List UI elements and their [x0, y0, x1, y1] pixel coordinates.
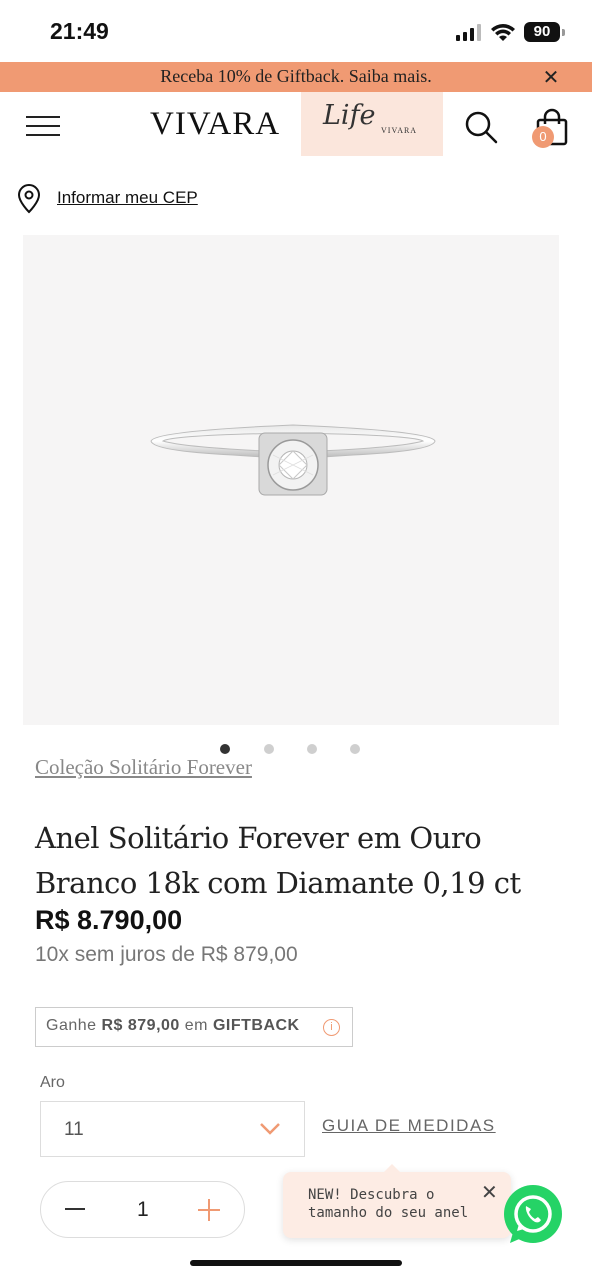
battery-indicator: 90	[524, 22, 565, 42]
product-title: Anel Solitário Forever em Ouro Branco 18…	[35, 821, 521, 900]
home-indicator	[190, 1260, 402, 1266]
promo-text[interactable]: Receba 10% de Giftback. Saiba mais.	[0, 66, 592, 87]
size-selected-value: 11	[64, 1119, 84, 1140]
cep-link[interactable]: Informar meu CEP	[57, 188, 198, 208]
wifi-icon	[491, 24, 515, 41]
gallery-dot-3[interactable]	[307, 744, 317, 754]
size-label: Aro	[40, 1074, 65, 1091]
product-image[interactable]	[23, 235, 559, 725]
quantity-value: 1	[137, 1198, 149, 1221]
size-guide-link[interactable]: GUIA DE MEDIDAS	[322, 1116, 496, 1136]
quantity-stepper[interactable]: 1	[40, 1181, 245, 1238]
close-icon[interactable]: ✕	[481, 1180, 498, 1204]
gallery-dot-2[interactable]	[264, 744, 274, 754]
life-logo[interactable]: Life VIVARA	[301, 92, 443, 156]
gallery-dot-4[interactable]	[350, 744, 360, 754]
size-select[interactable]: 11	[40, 1101, 305, 1157]
close-icon[interactable]: ✕	[541, 66, 561, 88]
whatsapp-icon[interactable]	[502, 1185, 564, 1247]
search-icon[interactable]	[464, 110, 498, 144]
location-pin-icon	[17, 184, 41, 214]
vivara-logo[interactable]: VIVARA	[150, 106, 280, 143]
minus-icon[interactable]	[65, 1208, 85, 1210]
site-header: VIVARA Life VIVARA 0	[0, 92, 592, 162]
gallery-dot-1[interactable]	[220, 744, 230, 754]
life-logo-text: Life	[323, 100, 376, 131]
product-price: R$ 8.790,00	[35, 905, 183, 935]
installments-text: 10x sem juros de R$ 879,00	[35, 943, 298, 966]
ring-image	[150, 424, 436, 496]
chevron-down-icon	[260, 1123, 280, 1135]
life-logo-subtext: VIVARA	[381, 126, 418, 135]
hamburger-menu-icon[interactable]	[26, 116, 60, 138]
ring-size-tooltip[interactable]: NEW! Descubra o tamanho do seu anel ✕	[283, 1164, 511, 1238]
info-icon[interactable]: i	[323, 1019, 340, 1036]
cart-count-badge: 0	[532, 126, 554, 148]
promo-banner[interactable]: Receba 10% de Giftback. Saiba mais. ✕	[0, 62, 592, 92]
collection-link[interactable]: Coleção Solitário Forever	[35, 755, 252, 780]
giftback-box: Ganhe R$ 879,00 em GIFTBACK i	[35, 1007, 353, 1047]
tooltip-text: NEW! Descubra o tamanho do seu anel	[308, 1187, 469, 1221]
status-bar: 21:49 90	[0, 0, 592, 62]
cellular-signal-icon	[456, 24, 481, 41]
plus-icon[interactable]	[198, 1199, 220, 1221]
giftback-text: Ganhe R$ 879,00 em GIFTBACK	[46, 1017, 300, 1034]
status-time: 21:49	[50, 18, 109, 44]
